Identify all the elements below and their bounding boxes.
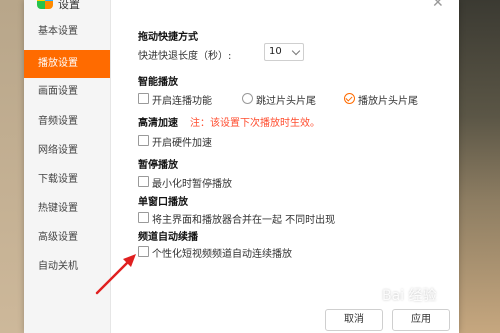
sidebar-item-advanced[interactable]: 高级设置 [24, 224, 110, 252]
single-window-checkbox[interactable] [138, 212, 149, 223]
sidebar-item-playback[interactable]: 播放设置 [24, 50, 110, 78]
background-right [459, 0, 500, 333]
seek-length-value: 10 [269, 46, 282, 57]
seek-length-label: 快进快退长度（秒）: [138, 51, 232, 62]
sidebar-item-basic[interactable]: 基本设置 [24, 18, 110, 46]
skip-intro-radio[interactable] [242, 93, 253, 104]
channel-section-title: 频道自动续播 [138, 232, 198, 243]
pause-section-title: 暂停播放 [138, 160, 178, 171]
sidebar-item-video[interactable]: 画面设置 [24, 78, 110, 106]
close-icon[interactable]: ✕ [432, 0, 446, 10]
short-video-autoplay-checkbox[interactable] [138, 246, 149, 257]
sidebar: 设置 基本设置 播放设置 画面设置 音频设置 网络设置 下载设置 热键设置 高级… [24, 0, 111, 333]
apply-button[interactable]: 应用 [392, 309, 450, 331]
continuous-play-checkbox[interactable] [138, 93, 149, 104]
skip-intro-label: 跳过片头片尾 [256, 96, 316, 107]
smart-section-title: 智能播放 [138, 77, 178, 88]
short-video-autoplay-label: 个性化短视频频道自动连续播放 [152, 249, 292, 260]
app-logo-icon [37, 0, 53, 9]
cancel-button[interactable]: 取消 [325, 309, 383, 331]
hardware-accel-checkbox[interactable] [138, 135, 149, 146]
sidebar-item-network[interactable]: 网络设置 [24, 137, 110, 165]
hd-section-title: 高清加速 [138, 118, 178, 129]
sidebar-item-auto-shutdown[interactable]: 自动关机 [24, 253, 110, 281]
watermark: Bai 经验 [382, 288, 437, 304]
sidebar-item-download[interactable]: 下载设置 [24, 166, 110, 194]
background-left [0, 0, 24, 333]
sidebar-item-hotkey[interactable]: 热键设置 [24, 195, 110, 223]
continuous-play-label: 开启连播功能 [152, 96, 212, 107]
seek-length-select[interactable]: 10 [264, 43, 304, 61]
hardware-accel-label: 开启硬件加速 [152, 138, 212, 149]
minimize-pause-label: 最小化时暂停播放 [152, 179, 232, 190]
chevron-down-icon [291, 46, 301, 56]
window-title: 设置 [58, 0, 80, 11]
hd-note: 注：该设置下次播放时生效。 [190, 118, 320, 129]
settings-window: 设置 基本设置 播放设置 画面设置 音频设置 网络设置 下载设置 热键设置 高级… [24, 0, 459, 333]
seek-section-title: 拖动快捷方式 [138, 32, 198, 43]
minimize-pause-checkbox[interactable] [138, 176, 149, 187]
single-window-label: 将主界面和播放器合并在一起 不同时出现 [152, 215, 336, 226]
sidebar-item-audio[interactable]: 音频设置 [24, 108, 110, 136]
single-window-section-title: 单窗口播放 [138, 197, 188, 208]
play-intro-label: 播放片头片尾 [358, 96, 418, 107]
play-intro-radio[interactable] [344, 93, 355, 104]
